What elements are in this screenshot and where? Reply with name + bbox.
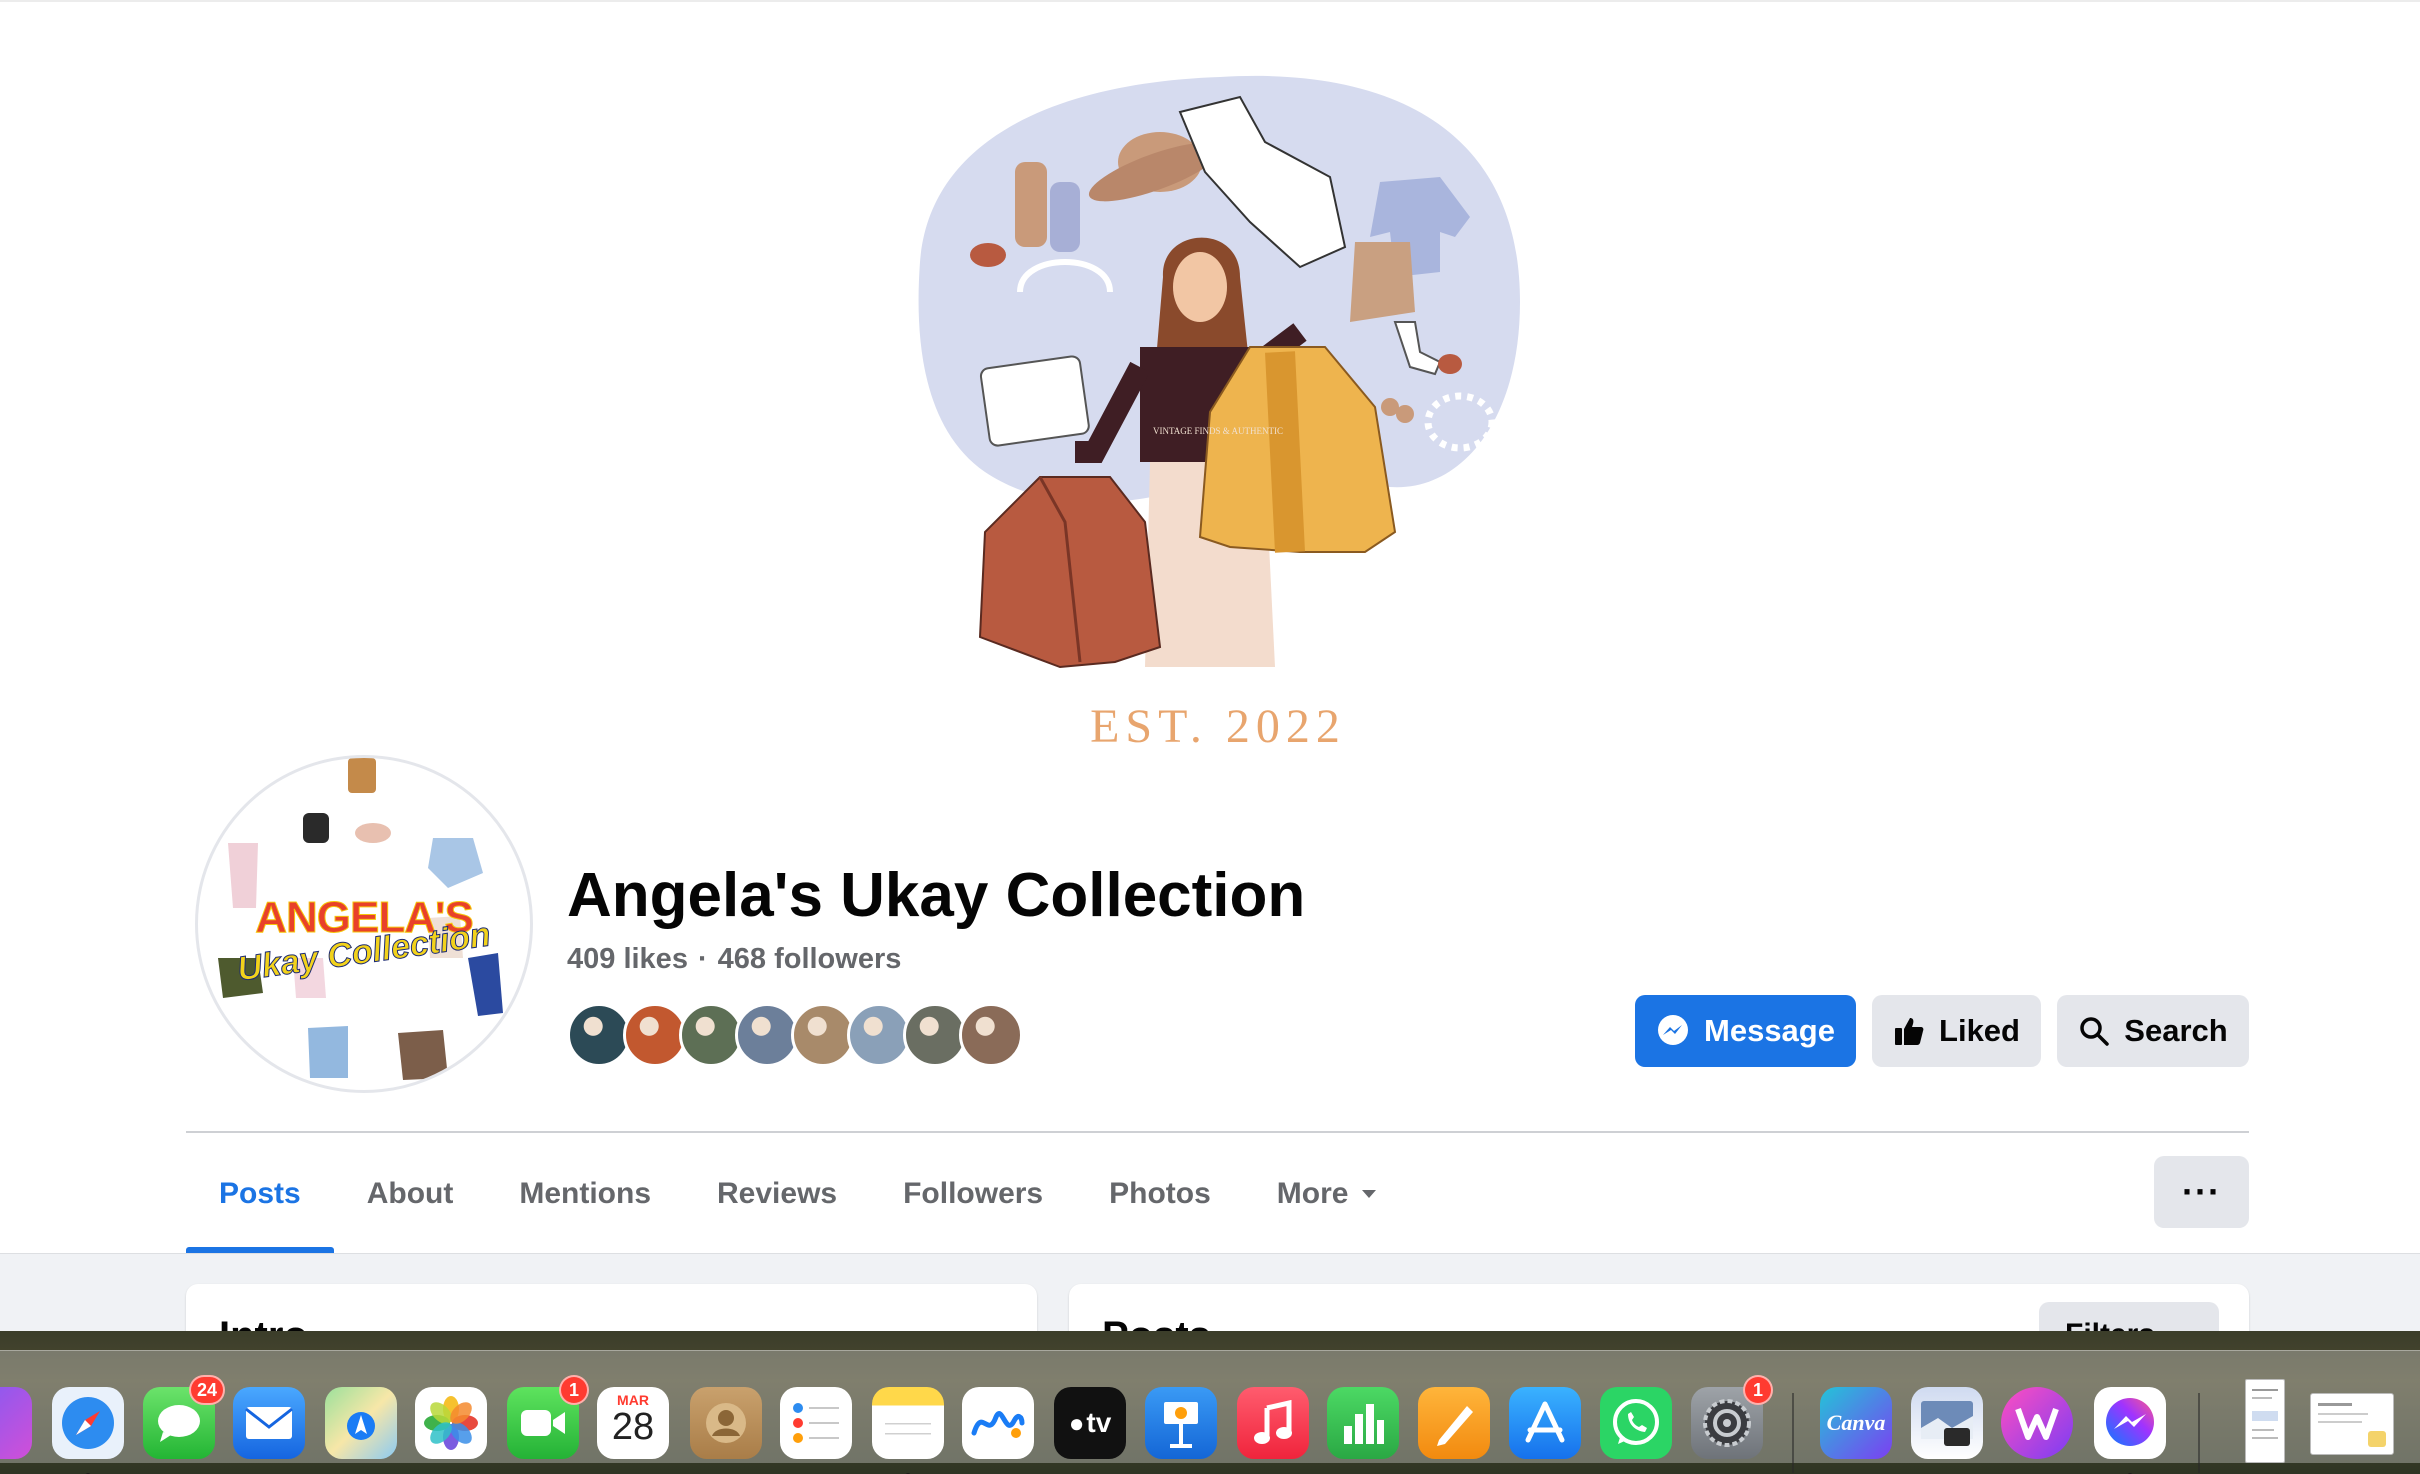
settings-badge: 1	[1743, 1375, 1773, 1405]
caret-down-icon	[1362, 1190, 1377, 1198]
friend-avatar[interactable]	[847, 1003, 911, 1067]
tab-about[interactable]: About	[334, 1135, 487, 1253]
thumbs-up-icon	[1895, 1018, 1924, 1045]
preview-icon[interactable]	[1911, 1387, 1983, 1459]
messages-badge: 24	[188, 1375, 225, 1405]
tab-label: Reviews	[717, 1177, 838, 1210]
more-options-button[interactable]: ···	[2154, 1156, 2249, 1228]
followers-count[interactable]: 468 followers	[718, 943, 902, 975]
shirt-print-text: VINTAGE FINDS & AUTHENTIC	[1153, 426, 1283, 436]
dock-separator	[1792, 1393, 1794, 1473]
tab-more[interactable]: More	[1244, 1135, 1412, 1253]
tab-label: Posts	[219, 1177, 301, 1210]
skirt-shape	[1350, 242, 1415, 322]
search-icon	[2080, 1017, 2110, 1046]
profile-picture[interactable]: ANGELA'S Ukay Collection	[195, 755, 533, 1093]
est-text: EST. 2022	[1090, 700, 1346, 753]
liked-button[interactable]: Liked	[1872, 995, 2041, 1067]
friend-avatars	[567, 1003, 1027, 1069]
stats-separator: ·	[697, 943, 708, 975]
friend-avatar[interactable]	[959, 1003, 1023, 1067]
system-settings-icon[interactable]: 1	[1691, 1375, 1773, 1459]
messages-icon[interactable]: 24	[143, 1375, 225, 1459]
music-icon[interactable]	[1237, 1387, 1309, 1459]
document-thumbnail-icon[interactable]	[2245, 1379, 2285, 1463]
pages-icon[interactable]	[1418, 1387, 1490, 1459]
likes-count[interactable]: 409 likes	[567, 943, 688, 975]
tab-label: Photos	[1109, 1177, 1211, 1210]
calendar-icon[interactable]: MAR 28	[597, 1387, 669, 1459]
maps-icon[interactable]	[325, 1387, 397, 1459]
tv-label: tv	[1086, 1407, 1112, 1438]
partial-app-icon[interactable]	[0, 1387, 32, 1459]
app-store-icon[interactable]	[1509, 1387, 1581, 1459]
photos-icon[interactable]	[415, 1387, 487, 1459]
keynote-icon[interactable]	[1145, 1387, 1217, 1459]
page-stats: 409 likes · 468 followers	[567, 943, 901, 976]
numbers-icon[interactable]	[1327, 1387, 1399, 1459]
tab-label: More	[1276, 1177, 1349, 1210]
cover-photo[interactable]: VINTAGE FINDS & AUTHENTIC EST. 2022	[0, 0, 2420, 755]
tab-followers[interactable]: Followers	[870, 1135, 1076, 1253]
jar-shape	[970, 243, 1006, 267]
design-app-icon[interactable]	[2001, 1387, 2073, 1459]
apple-tv-icon[interactable]: ● tv	[1054, 1387, 1126, 1459]
friend-avatar[interactable]	[791, 1003, 855, 1067]
canva-icon[interactable]: Canva	[1820, 1387, 1892, 1459]
calendar-day: 28	[611, 1406, 655, 1448]
canva-label: Canva	[1826, 1410, 1886, 1435]
tab-posts[interactable]: Posts	[186, 1135, 334, 1253]
friend-avatar[interactable]	[679, 1003, 743, 1067]
header-divider	[186, 1131, 2249, 1133]
messenger-app-icon[interactable]	[2094, 1387, 2166, 1459]
tab-label: About	[366, 1177, 454, 1210]
liked-button-label: Liked	[1939, 1013, 2020, 1048]
tab-photos[interactable]: Photos	[1076, 1135, 1244, 1253]
friend-avatar[interactable]	[735, 1003, 799, 1067]
tab-label: Mentions	[519, 1177, 652, 1210]
bottle-1	[1015, 162, 1047, 247]
friend-avatar[interactable]	[623, 1003, 687, 1067]
friend-avatar[interactable]	[903, 1003, 967, 1067]
freeform-icon[interactable]	[962, 1387, 1034, 1459]
dock-separator	[2198, 1393, 2200, 1473]
desktop-background: 24 1 MAR 28 ● tv 1 Canva	[0, 1331, 2420, 1474]
yellow-jacket-inner	[1265, 351, 1305, 553]
macos-dock: 24 1 MAR 28 ● tv 1 Canva	[0, 1350, 2420, 1474]
search-button-label: Search	[2124, 1013, 2228, 1048]
notes-icon[interactable]	[872, 1387, 944, 1459]
friend-avatar[interactable]	[567, 1003, 631, 1067]
window-thumbnail-icon[interactable]	[2310, 1393, 2394, 1455]
tab-mentions[interactable]: Mentions	[486, 1135, 684, 1253]
facetime-icon[interactable]: 1	[507, 1375, 589, 1459]
page-title: Angela's Ukay Collection	[567, 861, 1306, 930]
apple-logo-icon: ●	[1068, 1407, 1085, 1438]
tab-reviews[interactable]: Reviews	[684, 1135, 870, 1253]
messenger-icon	[1658, 1015, 1689, 1045]
message-button-label: Message	[1704, 1013, 1835, 1048]
earring-2	[1396, 405, 1414, 423]
tab-label: Followers	[903, 1177, 1044, 1210]
cover-illustration: VINTAGE FINDS & AUTHENTIC EST. 2022	[918, 75, 1520, 753]
safari-icon[interactable]	[52, 1387, 124, 1459]
reminders-icon[interactable]	[780, 1387, 852, 1459]
whatsapp-icon[interactable]	[1600, 1387, 1672, 1459]
handbag-shape	[979, 355, 1090, 447]
message-button[interactable]: Message	[1635, 995, 1856, 1067]
page-tabs: Posts About Mentions Reviews Followers P…	[186, 1135, 1411, 1253]
woman-face	[1173, 252, 1227, 322]
contacts-icon[interactable]	[690, 1387, 762, 1459]
search-button[interactable]: Search	[2057, 995, 2249, 1067]
facetime-badge: 1	[559, 1375, 589, 1405]
bottle-2	[1050, 182, 1080, 252]
shoe-2	[1438, 354, 1462, 374]
mail-icon[interactable]	[233, 1387, 305, 1459]
